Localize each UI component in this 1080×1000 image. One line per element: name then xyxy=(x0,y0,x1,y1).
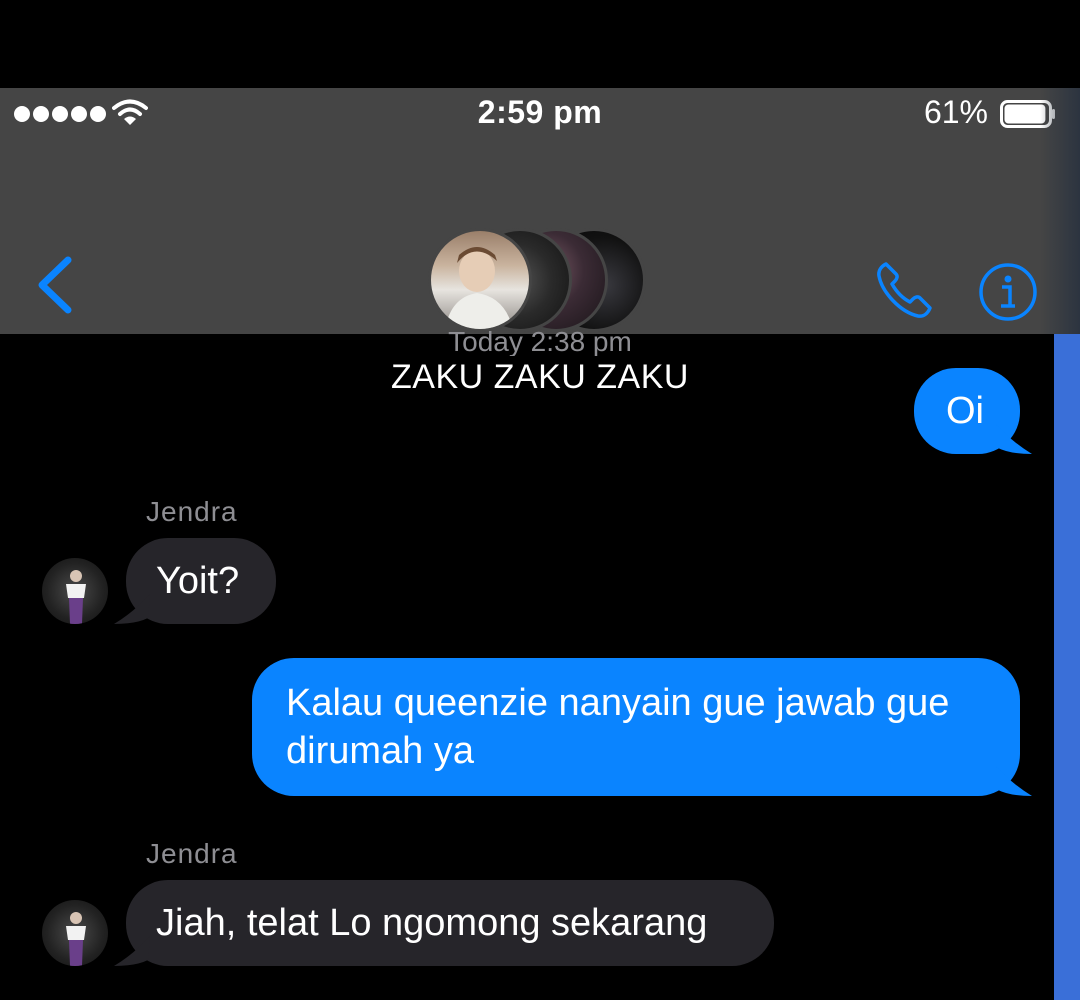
sender-avatar[interactable] xyxy=(42,900,108,966)
message-bubble-incoming[interactable]: Jiah, telat Lo ngomong sekarang xyxy=(126,880,774,966)
status-bar: 2:59 pm 61% xyxy=(0,88,1080,140)
bubble-tail xyxy=(996,766,1032,796)
bubble-tail xyxy=(114,936,150,966)
sender-name: Jendra xyxy=(146,838,238,869)
top-black-band xyxy=(0,0,1080,88)
header-edge-shade xyxy=(1040,88,1080,334)
side-scroll-indicator xyxy=(1054,334,1080,1000)
message-text: Kalau queenzie nanyain gue jawab gue dir… xyxy=(286,682,950,772)
chat-header: 2:59 pm 61% ZAKU ZAKU ZAKU xyxy=(0,88,1080,396)
sender-name: Jendra xyxy=(146,496,238,527)
message-bubble-outgoing[interactable]: Kalau queenzie nanyain gue jawab gue dir… xyxy=(252,658,1020,796)
battery-percent: 61% xyxy=(923,94,988,130)
sender-avatar[interactable] xyxy=(42,558,108,624)
message-text: Yoit? xyxy=(156,560,240,602)
message-text: Jiah, telat Lo ngomong sekarang xyxy=(156,902,708,944)
bubble-tail xyxy=(114,594,150,624)
phone-icon[interactable] xyxy=(872,258,936,322)
conversation-timestamp: Today 2:38 pm xyxy=(448,326,632,356)
message-text: Oi xyxy=(946,390,984,432)
status-time: 2:59 pm xyxy=(477,94,603,130)
bubble-tail xyxy=(996,424,1032,454)
back-chevron-icon[interactable] xyxy=(34,254,78,316)
group-avatar-stack[interactable] xyxy=(428,228,668,338)
group-avatar-1 xyxy=(428,228,532,332)
info-icon[interactable] xyxy=(976,260,1040,324)
